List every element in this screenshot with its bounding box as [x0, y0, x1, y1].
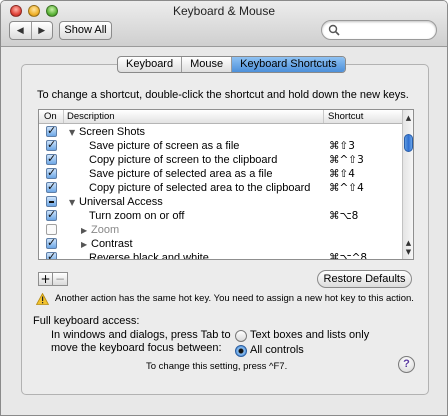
- row-shortcut[interactable]: ⌘^⇧4: [329, 181, 364, 195]
- column-header-on[interactable]: On: [44, 111, 57, 122]
- row-label: Reverse black and white: [89, 252, 209, 260]
- disclosure-expanded-icon[interactable]: ▼: [69, 196, 79, 210]
- help-button[interactable]: ?: [398, 356, 415, 373]
- enable-checkbox[interactable]: [46, 224, 57, 235]
- enable-checkbox[interactable]: [46, 180, 57, 193]
- full-keyboard-access-description: In windows and dialogs, press Tab to mov…: [51, 329, 231, 355]
- search-input[interactable]: [342, 23, 432, 37]
- back-icon[interactable]: ◀: [10, 22, 31, 39]
- row-label: Copy picture of screen to the clipboard: [89, 154, 278, 166]
- description-line: In windows and dialogs, press Tab to: [51, 329, 231, 341]
- tab-keyboard-shortcuts[interactable]: Keyboard Shortcuts: [231, 57, 345, 72]
- enable-checkbox[interactable]: [46, 208, 57, 221]
- disclosure-collapsed-icon[interactable]: ▶: [81, 224, 91, 238]
- enable-checkbox[interactable]: [46, 124, 57, 137]
- radio-all-controls[interactable]: [235, 345, 247, 357]
- add-shortcut-button[interactable]: +: [38, 272, 53, 286]
- table-row[interactable]: Turn zoom on or off ⌘⌥8: [39, 208, 403, 223]
- table-row[interactable]: ▶Contrast: [39, 236, 403, 252]
- row-description: ▼ Screen Shots: [69, 125, 145, 140]
- table-row[interactable]: ▶ Zoom: [39, 223, 403, 237]
- row-label: Contrast: [91, 238, 133, 250]
- row-label: Save picture of selected area as a file: [89, 168, 273, 180]
- tab-mouse[interactable]: Mouse: [181, 57, 231, 72]
- warning-icon: [36, 293, 49, 305]
- keyboard-access-hint: To change this setting, press ^F7.: [146, 361, 288, 372]
- row-description: ▶ Contrast: [81, 237, 133, 252]
- row-label: Save picture of screen as a file: [89, 140, 240, 152]
- remove-shortcut-button[interactable]: −: [53, 272, 68, 286]
- row-shortcut[interactable]: ⌘⌥^8: [329, 251, 367, 259]
- radio-text-boxes-and-lists[interactable]: [235, 330, 247, 342]
- table-row[interactable]: ▼Screen Shots: [39, 124, 403, 140]
- table-row[interactable]: Reverse black and white ⌘⌥^8: [39, 250, 403, 260]
- row-description: ▼ Universal Access: [69, 195, 163, 210]
- search-icon: [328, 24, 340, 36]
- row-description: Save picture of screen as a file: [89, 139, 239, 153]
- scroll-down-arrow-icon[interactable]: ▼: [403, 247, 413, 257]
- restore-defaults-button[interactable]: Restore Defaults: [317, 270, 412, 288]
- table-row[interactable]: ▼ Universal Access: [39, 195, 403, 209]
- disclosure-expanded-icon[interactable]: ▼: [69, 126, 79, 140]
- row-label: Turn zoom on or off: [89, 210, 185, 222]
- row-shortcut[interactable]: ⌘⇧4: [329, 167, 355, 181]
- table-row[interactable]: Copy picture of selected area to the cli…: [39, 180, 403, 195]
- shortcuts-table[interactable]: On Description Shortcut ▼Screen ShotsSav…: [38, 109, 414, 260]
- row-shortcut[interactable]: ⌘⌥8: [329, 209, 358, 223]
- disclosure-collapsed-icon[interactable]: ▶: [81, 238, 91, 252]
- table-header: On Description Shortcut: [39, 110, 403, 124]
- enable-checkbox[interactable]: [46, 138, 57, 151]
- row-shortcut[interactable]: ⌘^⇧3: [329, 153, 364, 167]
- window-title: Keyboard & Mouse: [172, 4, 276, 18]
- description-line: move the keyboard focus between:: [51, 342, 222, 354]
- instructions-text: To change a shortcut, double-click the s…: [37, 89, 409, 101]
- title-bar: Keyboard & Mouse ◀ ▶ Show All: [1, 1, 447, 47]
- row-label: Universal Access: [79, 196, 163, 208]
- show-all-button[interactable]: Show All: [59, 21, 112, 40]
- radio-label-text-boxes[interactable]: Text boxes and lists only: [250, 329, 369, 341]
- table-scrollbar[interactable]: ▲ ▲ ▼: [402, 110, 413, 259]
- tab-bar: Keyboard Mouse Keyboard Shortcuts: [117, 56, 346, 73]
- row-description: Copy picture of selected area to the cli…: [89, 181, 310, 195]
- enable-checkbox[interactable]: [46, 196, 57, 207]
- preferences-window: Keyboard & Mouse ◀ ▶ Show All Keyboard M…: [0, 0, 448, 416]
- full-keyboard-access-title: Full keyboard access:: [33, 315, 140, 327]
- row-shortcut[interactable]: ⌘⇧3: [329, 139, 355, 153]
- enable-checkbox[interactable]: [46, 166, 57, 179]
- row-description: Reverse black and white: [89, 251, 209, 260]
- column-header-description[interactable]: Description: [63, 110, 115, 123]
- table-row[interactable]: Save picture of screen as a file ⌘⇧3: [39, 138, 403, 153]
- row-label: Zoom: [91, 224, 120, 236]
- enable-checkbox[interactable]: [46, 250, 57, 259]
- table-row[interactable]: Save picture of selected area as a file ⌘…: [39, 166, 403, 181]
- enable-checkbox[interactable]: [46, 236, 57, 249]
- back-forward-control: ◀ ▶: [9, 21, 53, 40]
- forward-icon[interactable]: ▶: [30, 22, 53, 39]
- row-label: Copy picture of selected area to the cli…: [89, 182, 311, 194]
- row-description: Turn zoom on or off: [89, 209, 184, 223]
- row-description: Copy picture of screen to the clipboard: [89, 153, 277, 167]
- tab-keyboard[interactable]: Keyboard: [118, 57, 181, 72]
- row-description: ▶ Zoom: [81, 223, 119, 238]
- search-field[interactable]: [321, 20, 437, 40]
- column-header-shortcut[interactable]: Shortcut: [323, 110, 363, 123]
- scroll-thumb[interactable]: [404, 134, 413, 152]
- enable-checkbox[interactable]: [46, 152, 57, 165]
- scroll-up-arrow-icon[interactable]: ▲: [403, 113, 413, 123]
- warning-text: Another action has the same hot key. You…: [55, 293, 414, 304]
- row-label: Screen Shots: [79, 126, 146, 138]
- radio-label-all-controls[interactable]: All controls: [250, 344, 304, 356]
- table-row[interactable]: Copy picture of screen to the clipboard ⌘…: [39, 152, 403, 167]
- row-description: Save picture of selected area as a file: [89, 167, 272, 181]
